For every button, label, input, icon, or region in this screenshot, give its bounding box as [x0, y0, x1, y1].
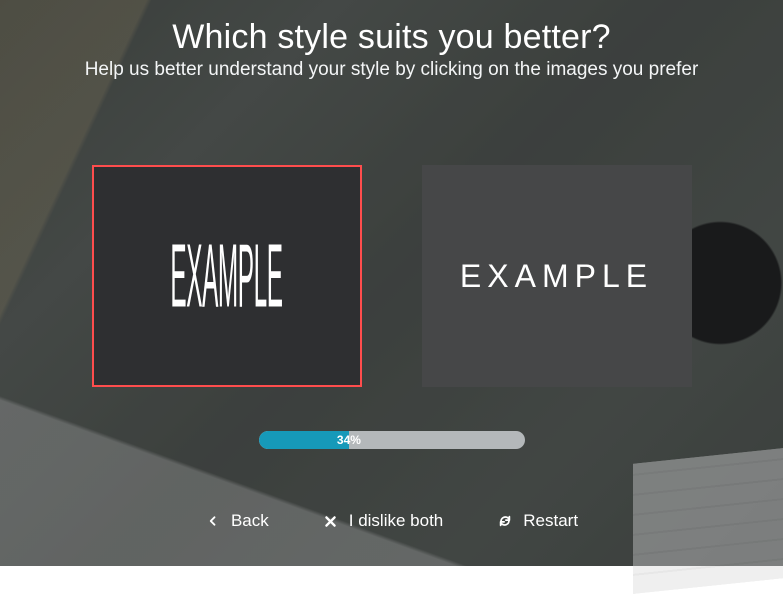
- chevron-left-icon: [205, 513, 221, 529]
- option-left-text: EXAMPLE: [170, 224, 282, 328]
- progress-label: 34%: [337, 431, 361, 449]
- restart-button[interactable]: Restart: [497, 511, 578, 531]
- restart-label: Restart: [523, 511, 578, 531]
- progress-bar: 34%: [259, 431, 525, 449]
- refresh-icon: [497, 513, 513, 529]
- style-quiz: Which style suits you better? Help us be…: [0, 0, 783, 566]
- dislike-both-button[interactable]: I dislike both: [323, 511, 444, 531]
- option-right-text: EXAMPLE: [460, 258, 653, 295]
- close-icon: [323, 513, 339, 529]
- option-card-left[interactable]: EXAMPLE: [92, 165, 362, 387]
- back-button[interactable]: Back: [205, 511, 269, 531]
- page-title: Which style suits you better?: [172, 18, 611, 57]
- progress-fill: [259, 431, 349, 449]
- option-cards: EXAMPLE EXAMPLE: [92, 165, 692, 387]
- option-card-right[interactable]: EXAMPLE: [422, 165, 692, 387]
- page-subtitle: Help us better understand your style by …: [85, 59, 699, 81]
- action-bar: Back I dislike both Restart: [205, 511, 578, 531]
- back-label: Back: [231, 511, 269, 531]
- dislike-label: I dislike both: [349, 511, 444, 531]
